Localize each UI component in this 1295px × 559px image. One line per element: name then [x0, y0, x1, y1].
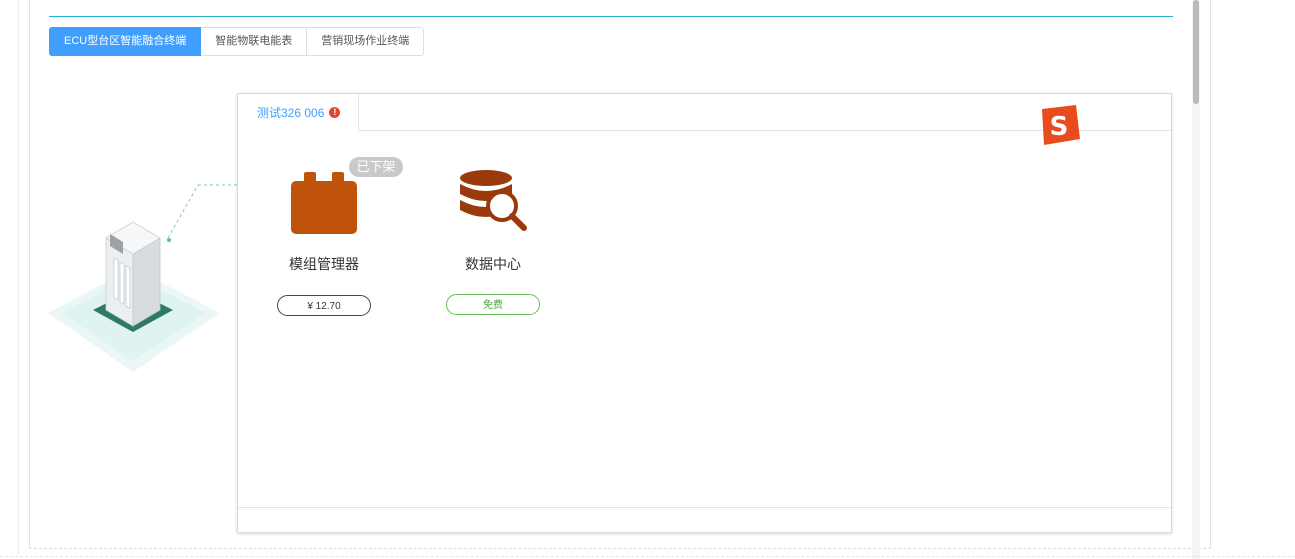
- app-data-center[interactable]: 数据中心 免费: [433, 162, 553, 315]
- device-tab[interactable]: 测试326 006 !: [238, 94, 360, 131]
- cabinet-illustration: [48, 184, 238, 372]
- exclamation-icon: !: [329, 107, 341, 118]
- database-search-icon: [460, 170, 527, 231]
- module-manager-icon: [291, 172, 357, 234]
- app-module-manager[interactable]: 已下架 模组管理器 ¥ 12.70: [264, 157, 403, 316]
- tab-ecu-terminal[interactable]: ECU型台区智能融合终端: [49, 27, 202, 56]
- price-button[interactable]: ¥ 12.70: [277, 295, 371, 316]
- header-divider: [49, 16, 1173, 17]
- device-card: 测试326 006 ! 已下架 模组管理器 ¥ 12.70 数据中心 免费: [237, 93, 1172, 533]
- delisted-badge: 已下架: [349, 157, 403, 177]
- price-button[interactable]: 免费: [446, 294, 540, 315]
- tab-field-terminal[interactable]: 营销现场作业终端: [307, 27, 425, 56]
- device-tab-label: 测试326 006: [257, 106, 325, 120]
- device-card-header: 测试326 006 !: [238, 94, 1171, 131]
- tab-smart-meter[interactable]: 智能物联电能表: [201, 27, 308, 56]
- app-name: 模组管理器: [289, 256, 359, 272]
- svg-text:S: S: [1050, 112, 1069, 142]
- sogou-ime-icon[interactable]: S: [1038, 105, 1080, 145]
- left-border: [18, 0, 19, 555]
- scrollbar-thumb[interactable]: [1193, 0, 1199, 104]
- app-name: 数据中心: [465, 256, 521, 272]
- terminal-type-tabs: ECU型台区智能融合终端 智能物联电能表 营销现场作业终端: [49, 27, 425, 56]
- card-footer-divider: [238, 507, 1171, 508]
- bottom-divider: [0, 556, 1295, 557]
